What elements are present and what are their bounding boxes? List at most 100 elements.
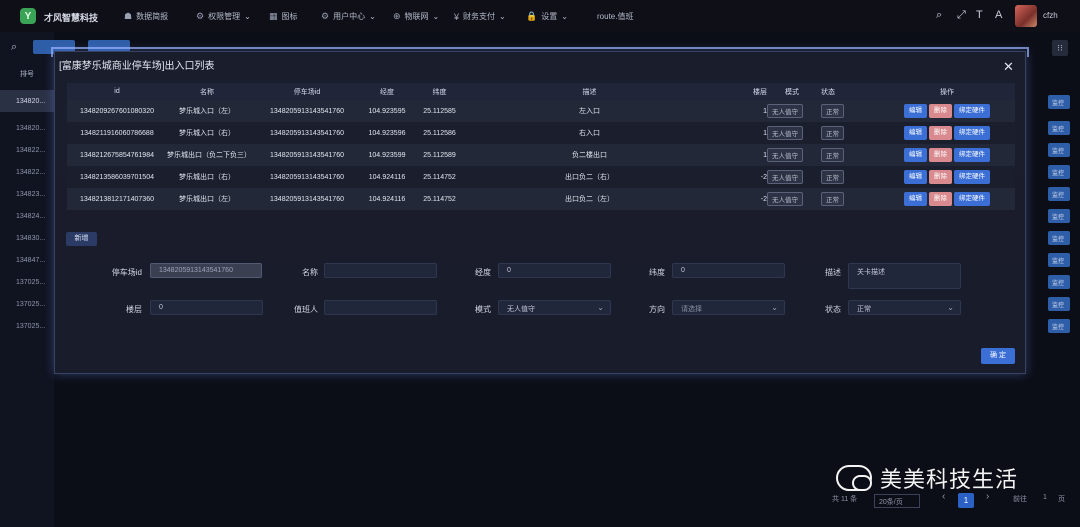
direction-select-placeholder: 请选择 [681, 306, 702, 313]
table-row[interactable]: 134822... [0, 161, 54, 183]
col-floor: 楼层 [707, 83, 767, 100]
edit-button[interactable]: 编辑 [904, 170, 927, 184]
delete-button[interactable]: 删除 [929, 170, 952, 184]
search-icon[interactable]: ⌕ [936, 9, 942, 22]
mode-select[interactable]: 无人值守 ⌄ [498, 300, 611, 315]
delete-button[interactable]: 删除 [929, 192, 952, 206]
delete-button[interactable]: 删除 [929, 126, 952, 140]
table-row[interactable]: 137025... [0, 315, 54, 337]
cell-parking-id: 1348205913143541760 [247, 100, 367, 122]
bind-hardware-button[interactable]: 绑定硬件 [954, 170, 990, 184]
avatar[interactable] [1015, 5, 1037, 27]
pager-goto-input[interactable]: 1 [1043, 494, 1047, 501]
confirm-button[interactable]: 确 定 [981, 348, 1015, 364]
font-size-icon[interactable]: T [976, 9, 983, 21]
monitor-button[interactable]: 监控 [1048, 275, 1070, 289]
cell-floor: 1 [707, 100, 767, 122]
bind-hardware-button[interactable]: 绑定硬件 [954, 126, 990, 140]
table-row[interactable]: 134830... [0, 227, 54, 249]
nav-permission[interactable]: ⚙ 权限管理 ⌄ [196, 11, 251, 22]
edit-button[interactable]: 编辑 [904, 104, 927, 118]
monitor-button[interactable]: 监控 [1048, 165, 1070, 179]
nav-finance[interactable]: ¥ 财务支付 ⌄ [454, 11, 506, 22]
monitor-button[interactable]: 监控 [1048, 209, 1070, 223]
status-select[interactable]: 正常 ⌄ [848, 300, 961, 315]
page-size-select[interactable]: 20条/页 [874, 494, 920, 508]
edit-button[interactable]: 编辑 [904, 148, 927, 162]
add-button[interactable]: 新增 [66, 232, 97, 246]
fullscreen-icon[interactable]: ⤢ [957, 9, 966, 22]
cell-description: 出口负二（右） [472, 166, 707, 188]
cell-actions: 编辑 删除 绑定硬件 [879, 188, 1015, 210]
table-row[interactable]: 137025... [0, 293, 54, 315]
monitor-button[interactable]: 监控 [1048, 253, 1070, 267]
table-row[interactable]: 134820... [0, 117, 54, 139]
username[interactable]: cfzh [1043, 11, 1058, 20]
cell-status: 正常 [799, 144, 879, 166]
close-icon[interactable]: ✕ [1003, 59, 1014, 75]
table-row[interactable]: 1348213812171407360 梦乐城出口（左） 13482059131… [67, 188, 1015, 210]
delete-button[interactable]: 删除 [929, 104, 952, 118]
table-row[interactable]: 1348212675854761984 梦乐城出口（负二下负三） 1348205… [67, 144, 1015, 166]
pager-goto-label: 前往 [1013, 496, 1027, 503]
logo-text: 才风智慧科技 [44, 13, 99, 23]
pager-total: 共 11 条 [832, 496, 858, 503]
col-actions: 操作 [879, 83, 1015, 100]
table-row[interactable]: 137025... [0, 271, 54, 293]
name-field[interactable] [324, 263, 437, 278]
latitude-field[interactable]: 0 [672, 263, 785, 278]
col-name: 名称 [167, 83, 247, 100]
table-row[interactable]: 134823... [0, 183, 54, 205]
nav-data-report[interactable]: ☗ 数据简报 [124, 11, 168, 22]
floor-field[interactable]: 0 [150, 300, 263, 315]
duty-person-field[interactable] [324, 300, 437, 315]
cell-status: 正常 [799, 122, 879, 144]
cell-name: 梦乐城入口（右） [167, 122, 247, 144]
monitor-button[interactable]: 监控 [1048, 95, 1070, 109]
nav-user-center[interactable]: ⚙ 用户中心 ⌄ [321, 11, 376, 22]
description-textarea[interactable]: 关卡描述 [848, 263, 961, 289]
bind-hardware-button[interactable]: 绑定硬件 [954, 148, 990, 162]
duty-person-label: 值班人 [294, 305, 318, 314]
grid-icon[interactable]: ⁝⁝ [1052, 40, 1068, 56]
nav-label: 物联网 [404, 12, 429, 21]
table-row[interactable]: 1348213586039701504 梦乐城出口（右） 13482059131… [67, 166, 1015, 188]
nav-iot[interactable]: ⊕ 物联网 ⌄ [393, 11, 439, 22]
monitor-button[interactable]: 监控 [1048, 187, 1070, 201]
direction-select[interactable]: 请选择 ⌄ [672, 300, 785, 315]
monitor-button[interactable]: 监控 [1048, 319, 1070, 333]
mode-tag: 无人值守 [767, 170, 803, 184]
cell-mode: 无人值守 [767, 144, 803, 166]
nav-icons[interactable]: ▦ 图标 [269, 11, 298, 22]
nav-duty[interactable]: route.值班 [597, 11, 633, 22]
edit-button[interactable]: 编辑 [904, 126, 927, 140]
table-row[interactable]: 134820... [0, 90, 54, 112]
monitor-button[interactable]: 监控 [1048, 297, 1070, 311]
delete-button[interactable]: 删除 [929, 148, 952, 162]
monitor-button[interactable]: 监控 [1048, 231, 1070, 245]
search-icon[interactable]: ⌕ [11, 41, 17, 54]
entrance-table: id 名称 停车场id 经度 纬度 描述 楼层 模式 状态 操作 1348209… [67, 83, 1015, 210]
lock-icon: 🔒 [526, 11, 538, 21]
cell-longitude: 104.924116 [367, 188, 407, 210]
cell-latitude: 25.114752 [407, 188, 472, 210]
gear-icon: ⚙ [196, 11, 205, 21]
table-row[interactable]: 1348209267601080320 梦乐城入口（左） 13482059131… [67, 100, 1015, 122]
pager-current-page[interactable]: 1 [958, 493, 974, 508]
bind-hardware-button[interactable]: 绑定硬件 [954, 104, 990, 118]
table-row[interactable]: 134822... [0, 139, 54, 161]
cell-mode: 无人值守 [767, 122, 803, 144]
table-row[interactable]: 134847... [0, 249, 54, 271]
cell-name: 梦乐城入口（左） [167, 100, 247, 122]
monitor-button[interactable]: 监控 [1048, 121, 1070, 135]
monitor-button[interactable]: 监控 [1048, 143, 1070, 157]
table-row[interactable]: 134824... [0, 205, 54, 227]
table-row[interactable]: 1348211916060786688 梦乐城入口（右） 13482059131… [67, 122, 1015, 144]
nav-settings[interactable]: 🔒 设置 ⌄ [526, 11, 568, 22]
language-icon[interactable]: A [995, 9, 1002, 21]
bind-hardware-button[interactable]: 绑定硬件 [954, 192, 990, 206]
longitude-field[interactable]: 0 [498, 263, 611, 278]
network-icon: ⊕ [393, 11, 401, 21]
cell-mode: 无人值守 [767, 188, 803, 210]
edit-button[interactable]: 编辑 [904, 192, 927, 206]
